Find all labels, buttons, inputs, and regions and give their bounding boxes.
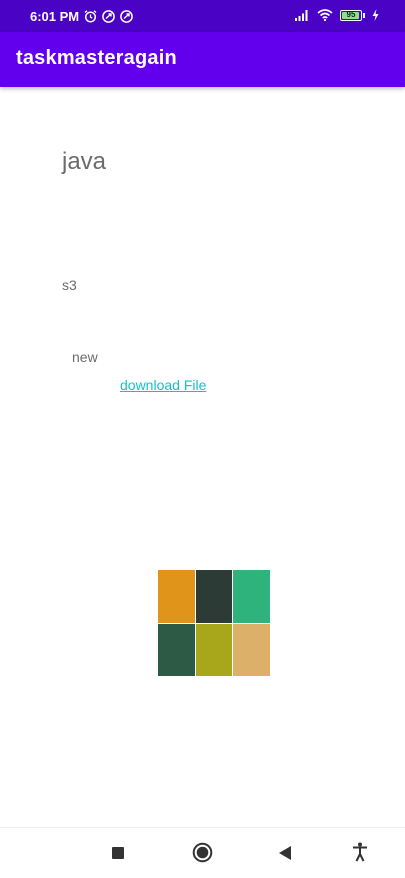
swatch-charcoal	[195, 570, 233, 623]
status-system-icons: 95	[294, 9, 379, 21]
app-title: taskmasteragain	[16, 47, 177, 69]
swatch-orange	[158, 570, 195, 623]
swatch-dark-green	[158, 623, 195, 676]
status-notification-icons	[84, 10, 133, 23]
swatch-olive	[195, 623, 233, 676]
task-body: s3	[62, 277, 77, 293]
status-time: 6:01 PM	[30, 9, 80, 24]
swatch-green	[233, 570, 270, 623]
battery-level: 95	[346, 10, 356, 19]
sync-icon	[102, 10, 115, 23]
task-state: new	[72, 349, 98, 365]
battery-icon: 95	[340, 9, 362, 21]
wifi-icon	[317, 9, 333, 21]
app-bar: taskmasteragain	[0, 32, 405, 87]
recent-apps-icon[interactable]	[111, 846, 125, 860]
charging-icon	[372, 9, 379, 21]
navigation-bar	[0, 827, 405, 878]
task-title: java	[62, 148, 107, 175]
download-file-link[interactable]: download File	[120, 377, 206, 393]
sync-icon	[120, 10, 133, 23]
swatch-tan	[233, 623, 270, 676]
status-bar: 6:01 PM 95	[0, 0, 405, 32]
back-icon[interactable]	[278, 845, 292, 861]
accessibility-icon[interactable]	[352, 842, 368, 862]
signal-icon	[295, 10, 308, 21]
home-icon[interactable]	[192, 842, 213, 863]
alarm-icon	[84, 10, 97, 23]
task-image	[158, 570, 270, 676]
